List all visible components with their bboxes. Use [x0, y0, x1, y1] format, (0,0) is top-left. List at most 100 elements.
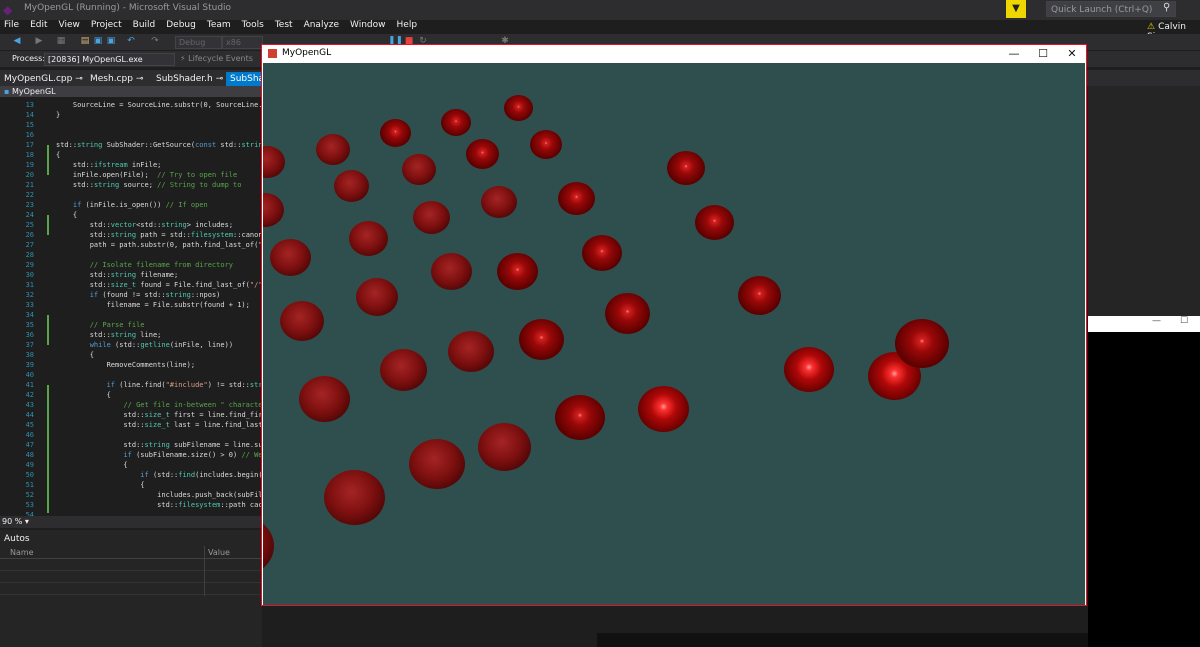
- menu-build[interactable]: Build: [133, 20, 156, 30]
- line-number: 32: [25, 291, 34, 299]
- line-number: 42: [25, 391, 34, 399]
- line-number: 31: [25, 281, 34, 289]
- line-number: 19: [25, 161, 34, 169]
- line-number: 39: [25, 361, 34, 369]
- red-sphere: [530, 129, 562, 159]
- menu-team[interactable]: Team: [207, 20, 231, 30]
- maximize-icon[interactable]: ☐: [1180, 316, 1188, 326]
- console-window[interactable]: [1088, 316, 1200, 647]
- warning-icon: ⚠: [1147, 22, 1156, 32]
- code-text: filename = File.substr(found + 1);: [56, 301, 250, 309]
- quick-launch-input[interactable]: Quick Launch (Ctrl+Q): [1046, 1, 1176, 17]
- line-number: 41: [25, 381, 34, 389]
- autos-row[interactable]: [0, 583, 262, 595]
- menu-file[interactable]: File: [4, 20, 19, 30]
- red-sphere: [557, 181, 595, 215]
- close-icon[interactable]: ✕: [1057, 45, 1087, 63]
- opengl-window-title: MyOpenGL: [282, 48, 332, 58]
- save-icon[interactable]: ▣: [93, 36, 103, 46]
- menu-tools[interactable]: Tools: [242, 20, 264, 30]
- autos-title: Autos: [4, 534, 30, 544]
- code-text: }: [56, 111, 61, 119]
- red-sphere: [441, 108, 471, 136]
- menu-view[interactable]: View: [59, 20, 80, 30]
- menu-analyze[interactable]: Analyze: [304, 20, 339, 30]
- menu-help[interactable]: Help: [397, 20, 418, 30]
- minimize-icon[interactable]: —: [999, 45, 1029, 63]
- redo-icon[interactable]: ↷: [150, 36, 160, 46]
- opengl-canvas[interactable]: [263, 63, 1085, 605]
- tab-myopengl-cpp[interactable]: MyOpenGL.cpp ⊸: [4, 72, 83, 86]
- code-editor[interactable]: 13 SourceLine = SourceLine.substr(0, Sou…: [0, 98, 262, 516]
- line-number: 35: [25, 321, 34, 329]
- chevron-down-icon: ▾: [24, 517, 29, 526]
- line-number: 45: [25, 421, 34, 429]
- search-icon[interactable]: ⚲: [1163, 2, 1170, 13]
- change-indicator: [47, 145, 49, 175]
- autos-row[interactable]: [0, 559, 262, 571]
- new-project-icon[interactable]: ▦: [56, 36, 66, 46]
- red-sphere: [481, 186, 517, 218]
- code-text: path = path.substr(0, path.find_last_of(…: [56, 241, 262, 249]
- vs-window-title: MyOpenGL (Running) - Microsoft Visual St…: [24, 3, 232, 13]
- minimize-icon[interactable]: —: [1152, 316, 1161, 326]
- maximize-icon[interactable]: ☐: [1028, 45, 1058, 63]
- red-sphere: [465, 139, 499, 169]
- code-text: {: [56, 351, 94, 359]
- change-indicator: [47, 385, 49, 513]
- forward-icon[interactable]: ▶: [34, 36, 44, 46]
- line-number: 40: [25, 371, 34, 379]
- menu-project[interactable]: Project: [91, 20, 122, 30]
- undo-icon[interactable]: ↶: [126, 36, 136, 46]
- red-sphere: [604, 292, 650, 334]
- open-file-icon[interactable]: ▤: [80, 36, 90, 46]
- red-sphere: [555, 394, 605, 440]
- code-text: std::string SubShader::GetSource(const s…: [56, 141, 262, 149]
- status-strip: [597, 633, 1088, 647]
- save-all-icon[interactable]: ▣: [106, 36, 116, 46]
- line-number: 36: [25, 331, 34, 339]
- code-text: {: [56, 151, 61, 159]
- lifecycle-events-button[interactable]: ⚡ Lifecycle Events: [180, 54, 253, 63]
- red-sphere: [412, 200, 450, 234]
- line-number: 52: [25, 491, 34, 499]
- red-sphere: [784, 346, 834, 392]
- zoom-level-select[interactable]: 90 % ▾: [0, 516, 262, 528]
- project-navigation-bar[interactable]: ▪ MyOpenGL: [0, 86, 262, 97]
- red-sphere: [402, 153, 436, 185]
- col-name[interactable]: Name: [10, 548, 34, 557]
- solution-platform-select[interactable]: x86: [222, 36, 263, 49]
- pin-icon[interactable]: ⊸: [216, 74, 224, 84]
- red-sphere: [694, 204, 734, 240]
- menu-debug[interactable]: Debug: [166, 20, 196, 30]
- process-select[interactable]: [20836] MyOpenGL.exe: [44, 53, 175, 66]
- red-sphere: [316, 133, 350, 165]
- col-value[interactable]: Value: [208, 548, 230, 557]
- line-number: 21: [25, 181, 34, 189]
- tab-mesh-cpp[interactable]: Mesh.cpp ⊸: [90, 72, 143, 86]
- change-indicator: [47, 215, 49, 235]
- menu-window[interactable]: Window: [350, 20, 386, 30]
- tab-subshader-h[interactable]: SubShader.h ⊸: [156, 72, 223, 86]
- solution-configuration-select[interactable]: Debug: [175, 36, 222, 49]
- pin-icon[interactable]: ⊸: [75, 74, 83, 84]
- lifecycle-label: Lifecycle Events: [188, 54, 253, 63]
- code-text: std::string subFilename = line.sub: [123, 441, 262, 449]
- menu-bar: File Edit View Project Build Debug Team Tools Te…: [0, 20, 1006, 34]
- menu-edit[interactable]: Edit: [30, 20, 47, 30]
- notifications-flag-icon[interactable]: ▼: [1006, 0, 1026, 18]
- menu-test[interactable]: Test: [275, 20, 293, 30]
- pin-icon[interactable]: ⊸: [136, 74, 144, 84]
- process-label: Process:: [12, 54, 46, 63]
- opengl-window[interactable]: MyOpenGL — ☐ ✕: [261, 44, 1087, 606]
- line-number: 37: [25, 341, 34, 349]
- line-number: 38: [25, 351, 34, 359]
- lifecycle-icon: ⚡: [180, 54, 186, 63]
- autos-row[interactable]: [0, 571, 262, 583]
- line-number: 49: [25, 461, 34, 469]
- column-divider: [204, 546, 205, 596]
- code-text: {: [56, 461, 128, 469]
- back-icon[interactable]: ◀: [12, 36, 22, 46]
- nav-project-name: MyOpenGL: [11, 87, 56, 96]
- red-sphere: [477, 423, 531, 471]
